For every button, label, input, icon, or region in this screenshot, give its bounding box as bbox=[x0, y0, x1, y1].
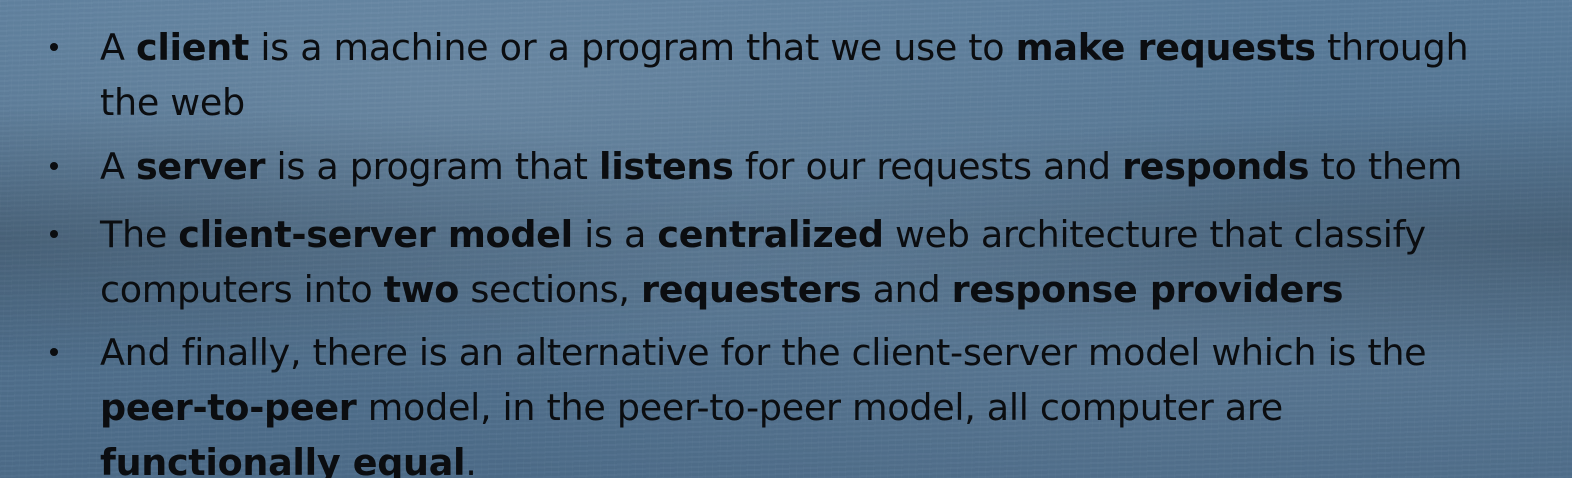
text-run: is a machine or a program that we use to bbox=[249, 26, 1016, 69]
text-run: to them bbox=[1309, 145, 1463, 188]
bold-term: two bbox=[383, 268, 460, 311]
bullet-line: And finally, there is an alternative for… bbox=[100, 325, 1540, 380]
text-run: The bbox=[100, 213, 179, 256]
text-run: web architecture that classify bbox=[883, 213, 1426, 256]
bullet-line: functionally equal. bbox=[100, 435, 1540, 478]
bold-term: peer-to-peer bbox=[100, 386, 357, 429]
bold-term: server bbox=[135, 145, 266, 188]
text-run: computers into bbox=[100, 268, 384, 311]
text-run: for our requests and bbox=[733, 145, 1123, 188]
bold-term: requesters bbox=[641, 268, 862, 311]
text-run: model, in the peer-to-peer model, all co… bbox=[356, 386, 1283, 429]
bold-term: responds bbox=[1122, 145, 1310, 188]
bold-term: centralized bbox=[657, 213, 884, 256]
bold-term: listens bbox=[598, 145, 734, 188]
text-run: And finally, there is an alternative for… bbox=[100, 331, 1427, 374]
bullet-item-peer-to-peer: And finally, there is an alternative for… bbox=[50, 325, 1540, 478]
bold-term: client bbox=[135, 26, 250, 69]
text-run: A bbox=[100, 26, 136, 69]
bullet-item-client: A client is a machine or a program that … bbox=[50, 20, 1540, 130]
bullet-dot-icon bbox=[50, 230, 58, 238]
bold-term: client-server model bbox=[178, 213, 573, 256]
bullet-item-client-server-model: The client-server model is a centralized… bbox=[50, 207, 1540, 317]
text-run: . bbox=[465, 441, 477, 478]
bold-term: make requests bbox=[1015, 26, 1316, 69]
bullet-line: the web bbox=[100, 75, 1540, 130]
bullet-dot-icon bbox=[50, 43, 58, 51]
bullet-line: A client is a machine or a program that … bbox=[100, 20, 1540, 75]
bullet-line: computers into two sections, requesters … bbox=[100, 262, 1540, 317]
bullet-dot-icon bbox=[50, 348, 58, 356]
text-run: is a bbox=[572, 213, 658, 256]
bold-term: functionally equal bbox=[100, 441, 466, 478]
bullet-line: peer-to-peer model, in the peer-to-peer … bbox=[100, 380, 1540, 435]
text-run: and bbox=[861, 268, 952, 311]
text-run: sections, bbox=[459, 268, 641, 311]
bullet-dot-icon bbox=[50, 162, 58, 170]
slide: A client is a machine or a program that … bbox=[0, 0, 1572, 478]
text-run: the web bbox=[100, 81, 245, 124]
text-run: A bbox=[100, 145, 136, 188]
bullet-line: A server is a program that listens for o… bbox=[100, 139, 1540, 194]
bullet-line: The client-server model is a centralized… bbox=[100, 207, 1540, 262]
text-run: through bbox=[1315, 26, 1469, 69]
text-run: is a program that bbox=[265, 145, 599, 188]
bold-term: response providers bbox=[951, 268, 1344, 311]
bullet-item-server: A server is a program that listens for o… bbox=[50, 139, 1540, 194]
